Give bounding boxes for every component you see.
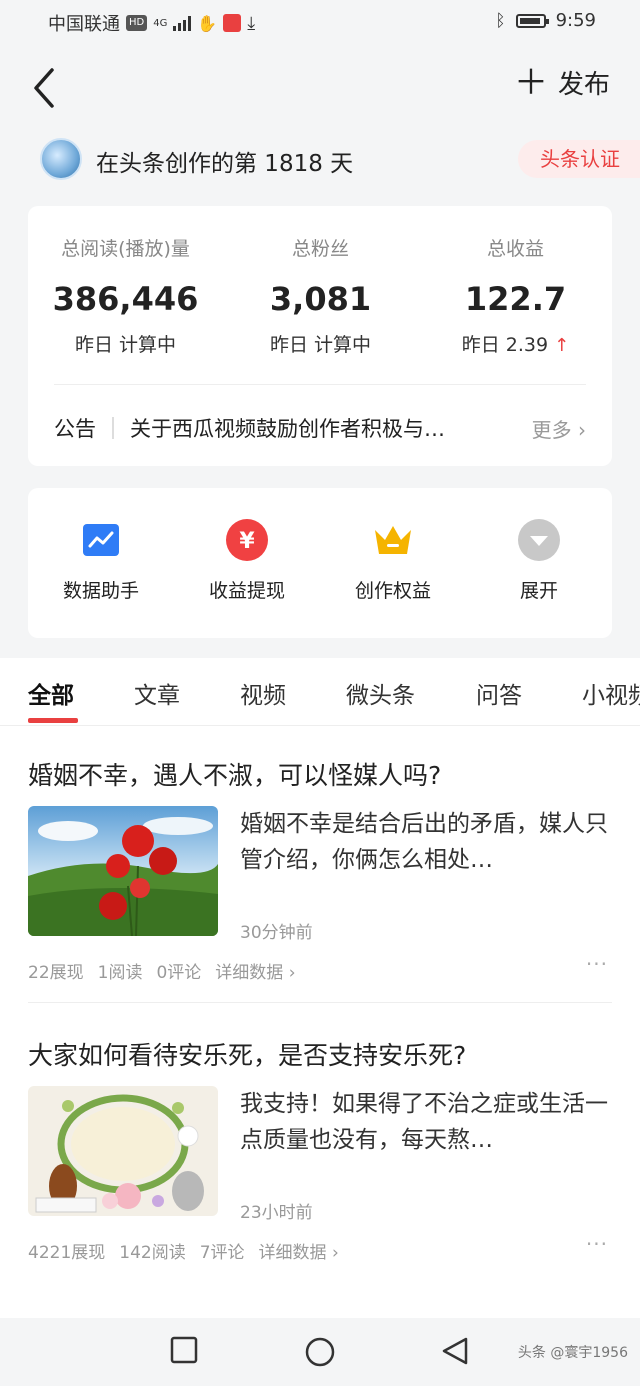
- stat-sub: 昨日 计算中: [269, 334, 372, 356]
- stat-sub: 昨日 计算中: [74, 334, 177, 356]
- download-icon: ⤓: [247, 12, 256, 34]
- tools-card: 数据助手 ¥ 收益提现 创作权益 展开: [28, 488, 612, 638]
- creator-days-text: 在头条创作的第 1818 天: [96, 151, 354, 177]
- plus-icon: ＋: [513, 62, 548, 103]
- publish-label: 发布: [557, 70, 610, 100]
- post-item[interactable]: 大家如何看待安乐死，是否支持安乐死? 我支持！如果得了不治之症或生活一点质量也没…: [28, 1036, 612, 1263]
- post-reads: 142阅读: [119, 1243, 186, 1263]
- hd-badge: HD: [126, 15, 148, 31]
- yuan-icon: ¥: [225, 518, 269, 562]
- stat-sub-row: 昨日 2.39 ↑: [418, 330, 613, 357]
- post-views: 22展现: [28, 963, 84, 983]
- notice-separator: [112, 417, 114, 439]
- post-title[interactable]: 大家如何看待安乐死，是否支持安乐死?: [28, 1036, 612, 1072]
- post-thumbnail[interactable]: [28, 806, 218, 936]
- more-link[interactable]: 更多 ›: [532, 414, 586, 443]
- tab-videos[interactable]: 视频: [240, 676, 286, 710]
- home-button[interactable]: [304, 1336, 336, 1372]
- notice-row[interactable]: 公告 关于西瓜视频鼓励创作者积极与… 更多 ›: [54, 406, 586, 450]
- post-views: 4221展现: [28, 1243, 106, 1263]
- tool-label: 展开: [519, 580, 558, 602]
- up-arrow-icon: ↑: [554, 335, 570, 356]
- post-stats: 4221展现 142阅读 7评论 详细数据 ›: [28, 1238, 339, 1263]
- post-thumbnail[interactable]: [28, 1086, 218, 1216]
- signal-icon: [173, 15, 192, 31]
- tool-expand[interactable]: 展开: [466, 518, 612, 603]
- watermark: 头条 @寰宇1956: [517, 1345, 628, 1361]
- triangle-back-icon: [442, 1337, 468, 1365]
- stat-label: 总阅读(播放)量: [61, 238, 190, 260]
- svg-text:¥: ¥: [239, 529, 255, 554]
- content-feed: 全部 文章 视频 微头条 问答 小视频 婚姻不幸，遇人不淑，可以怪媒人吗? 婚姻…: [0, 658, 640, 1326]
- status-bar: 中国联通 HD 4G ✋ ⤓ ᛒ 9:59: [0, 0, 640, 44]
- more-options-icon[interactable]: ···: [586, 952, 608, 976]
- cert-badge[interactable]: 头条认证: [518, 140, 640, 178]
- recent-apps-button[interactable]: [170, 1336, 198, 1368]
- tab-short-videos[interactable]: 小视频: [582, 676, 640, 710]
- top-nav: ＋ 发布: [0, 52, 640, 124]
- creator-row: 在头条创作的第 1818 天 头条认证: [40, 138, 640, 182]
- crown-icon: [371, 518, 415, 562]
- more-options-icon[interactable]: ···: [586, 1232, 608, 1256]
- carrier-label: 中国联通: [48, 14, 120, 35]
- back-arrow-icon: [34, 68, 54, 108]
- back-nav-button[interactable]: [440, 1336, 470, 1370]
- square-icon: [170, 1336, 198, 1364]
- expand-icon: [517, 518, 561, 562]
- stat-label: 总粉丝: [291, 238, 349, 260]
- post-title[interactable]: 婚姻不幸，遇人不淑，可以怪媒人吗?: [28, 756, 612, 792]
- tool-withdraw[interactable]: ¥ 收益提现: [174, 518, 320, 603]
- app-notification-icon: [223, 14, 242, 32]
- notice-text[interactable]: 关于西瓜视频鼓励创作者积极与…: [130, 413, 520, 443]
- post-snippet: 我支持！如果得了不治之症或生活一点质量也没有，每天熬…: [240, 1091, 608, 1153]
- divider: [54, 384, 586, 385]
- publish-button[interactable]: ＋ 发布: [514, 64, 610, 101]
- status-right: ᛒ 9:59: [495, 10, 596, 31]
- post-stats: 22展现 1阅读 0评论 详细数据 ›: [28, 958, 296, 983]
- tab-articles[interactable]: 文章: [134, 676, 180, 710]
- status-left: 中国联通 HD 4G ✋ ⤓: [48, 10, 255, 36]
- tab-micro-posts[interactable]: 微头条: [346, 676, 415, 710]
- post-comments: 0评论: [156, 963, 202, 983]
- tab-all[interactable]: 全部: [28, 676, 74, 710]
- tool-creator-rights[interactable]: 创作权益: [320, 518, 466, 603]
- avatar[interactable]: [40, 138, 82, 180]
- post-detail-link[interactable]: 详细数据 ›: [259, 1238, 339, 1263]
- tab-active-indicator: [28, 718, 78, 723]
- tool-data-assistant[interactable]: 数据助手: [28, 518, 174, 603]
- network-label: 4G: [153, 17, 168, 29]
- content-tabs: 全部 文章 视频 微头条 问答 小视频: [0, 658, 640, 726]
- post-comments: 7评论: [199, 1243, 245, 1263]
- post-reads: 1阅读: [97, 963, 143, 983]
- chevron-right-icon: ›: [578, 417, 586, 442]
- tool-label: 创作权益: [354, 580, 431, 602]
- stat-value: 122.7: [464, 280, 567, 318]
- more-label: 更多: [531, 417, 572, 442]
- clock: 9:59: [555, 10, 596, 31]
- stat-sub: 昨日 2.39: [461, 334, 549, 356]
- stat-value: 386,446: [52, 280, 199, 318]
- bluetooth-icon: ᛒ: [495, 10, 506, 31]
- notice-label: 公告: [54, 417, 96, 441]
- post-item[interactable]: 婚姻不幸，遇人不淑，可以怪媒人吗? 婚姻不幸是结合后出的矛盾，媒人只管介绍，你俩…: [28, 756, 612, 1003]
- post-time: 30分钟前: [240, 923, 313, 943]
- chart-icon: [79, 518, 123, 562]
- tab-qa[interactable]: 问答: [476, 676, 522, 710]
- stat-label: 总收益: [486, 238, 544, 260]
- circle-icon: [305, 1337, 335, 1367]
- post-snippet: 婚姻不幸是结合后出的矛盾，媒人只管介绍，你俩怎么相处…: [240, 811, 608, 873]
- system-nav-bar: 头条 @寰宇1956: [0, 1318, 640, 1386]
- stats-card: 总阅读(播放)量 386,446 昨日 计算中 总粉丝 3,081 昨日 计算中…: [28, 206, 612, 466]
- divider: [28, 1002, 612, 1003]
- back-button[interactable]: [28, 66, 64, 110]
- tool-label: 收益提现: [208, 580, 285, 602]
- battery-icon: [515, 13, 549, 28]
- tool-label: 数据助手: [62, 580, 139, 602]
- hand-icon: ✋: [197, 13, 218, 33]
- stat-value: 3,081: [269, 280, 372, 318]
- post-time: 23小时前: [240, 1203, 313, 1223]
- post-detail-link[interactable]: 详细数据 ›: [215, 958, 295, 983]
